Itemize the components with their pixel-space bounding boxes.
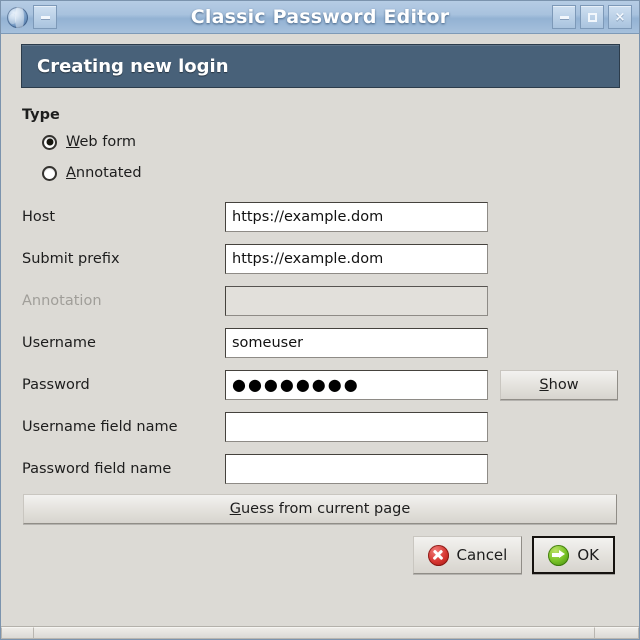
dialog-content: Creating new login Type Web form Annotat… <box>1 34 639 626</box>
label-rest: nnotated <box>75 165 142 181</box>
status-bar-cell-left <box>1 627 34 639</box>
password-label: Password <box>22 377 90 393</box>
mnemonic-letter: W <box>66 134 80 150</box>
maximize-button[interactable] <box>580 5 604 29</box>
mnemonic-letter: G <box>229 501 241 517</box>
globe-icon <box>7 6 28 28</box>
cancel-icon <box>427 544 449 566</box>
radio-annotated-label: Annotated <box>66 165 142 181</box>
password-value: ●●●●●●●● <box>232 377 360 393</box>
username-label: Username <box>22 335 96 351</box>
radio-annotated-indicator[interactable] <box>42 165 57 181</box>
minimize-button[interactable] <box>552 5 576 29</box>
username-field-name-input[interactable] <box>225 412 488 442</box>
annotation-input <box>225 286 488 316</box>
header-banner-title: Creating new login <box>37 55 229 77</box>
status-bar-cell-right <box>594 627 639 639</box>
close-icon: × <box>614 9 626 25</box>
username-input[interactable]: someuser <box>225 328 488 358</box>
submit-prefix-input[interactable]: https://example.dom <box>225 244 488 274</box>
window-title: Classic Password Editor <box>190 6 450 28</box>
ok-arrow-icon <box>548 544 570 566</box>
show-password-button[interactable]: Show <box>500 370 618 400</box>
radio-web-form-label: Web form <box>66 134 136 150</box>
field-row-password: Password ●●●●●●●● Show <box>13 368 627 402</box>
form-fields: Host https://example.dom Submit prefix h… <box>13 200 627 486</box>
label-rest: how <box>548 377 579 393</box>
radio-web-form-indicator[interactable] <box>42 134 57 150</box>
label-rest: uess from current page <box>240 501 411 517</box>
close-button[interactable]: × <box>608 5 632 29</box>
ok-button-label: OK <box>577 546 599 564</box>
minimize-icon <box>559 15 569 19</box>
show-button-label: Show <box>539 377 578 393</box>
radio-option-web-form[interactable]: Web form <box>42 128 627 156</box>
status-bar-cell-center <box>33 627 595 639</box>
field-row-host: Host https://example.dom <box>13 200 627 234</box>
username-field-name-label: Username field name <box>22 419 178 435</box>
password-field-name-label: Password field name <box>22 461 172 477</box>
ok-button[interactable]: OK <box>532 536 615 574</box>
field-row-username: Username someuser <box>13 326 627 360</box>
cancel-button[interactable]: Cancel <box>412 536 523 574</box>
host-value: https://example.dom <box>232 209 384 225</box>
host-label: Host <box>22 209 56 225</box>
radio-option-annotated[interactable]: Annotated <box>42 159 627 187</box>
submit-prefix-label: Submit prefix <box>22 251 120 267</box>
window-menu-button[interactable] <box>33 5 57 29</box>
guess-from-current-page-button[interactable]: Guess from current page <box>23 494 617 524</box>
maximize-icon <box>587 12 597 22</box>
mnemonic-letter: S <box>539 377 549 393</box>
minus-icon <box>40 15 50 19</box>
cancel-button-label: Cancel <box>456 546 508 564</box>
password-input[interactable]: ●●●●●●●● <box>225 370 488 400</box>
field-row-password-field-name: Password field name <box>13 452 627 486</box>
status-bar <box>1 626 639 639</box>
window-controls: × <box>552 5 639 29</box>
password-editor-window: Classic Password Editor × Creating new l… <box>0 0 640 640</box>
field-row-annotation: Annotation <box>13 284 627 318</box>
label-rest: eb form <box>79 134 137 150</box>
password-field-name-input[interactable] <box>225 454 488 484</box>
annotation-label: Annotation <box>22 293 102 309</box>
title-bar: Classic Password Editor × <box>1 1 639 34</box>
title-bar-left-controls <box>1 5 57 29</box>
dialog-action-bar: Cancel OK <box>13 536 615 574</box>
submit-prefix-value: https://example.dom <box>232 251 384 267</box>
mnemonic-letter: A <box>66 165 76 181</box>
host-input[interactable]: https://example.dom <box>225 202 488 232</box>
field-row-submit-prefix: Submit prefix https://example.dom <box>13 242 627 276</box>
username-value: someuser <box>232 335 304 351</box>
header-banner: Creating new login <box>21 44 620 88</box>
field-row-username-field-name: Username field name <box>13 410 627 444</box>
guess-button-label: Guess from current page <box>230 501 411 517</box>
type-section-title: Type <box>22 107 60 123</box>
